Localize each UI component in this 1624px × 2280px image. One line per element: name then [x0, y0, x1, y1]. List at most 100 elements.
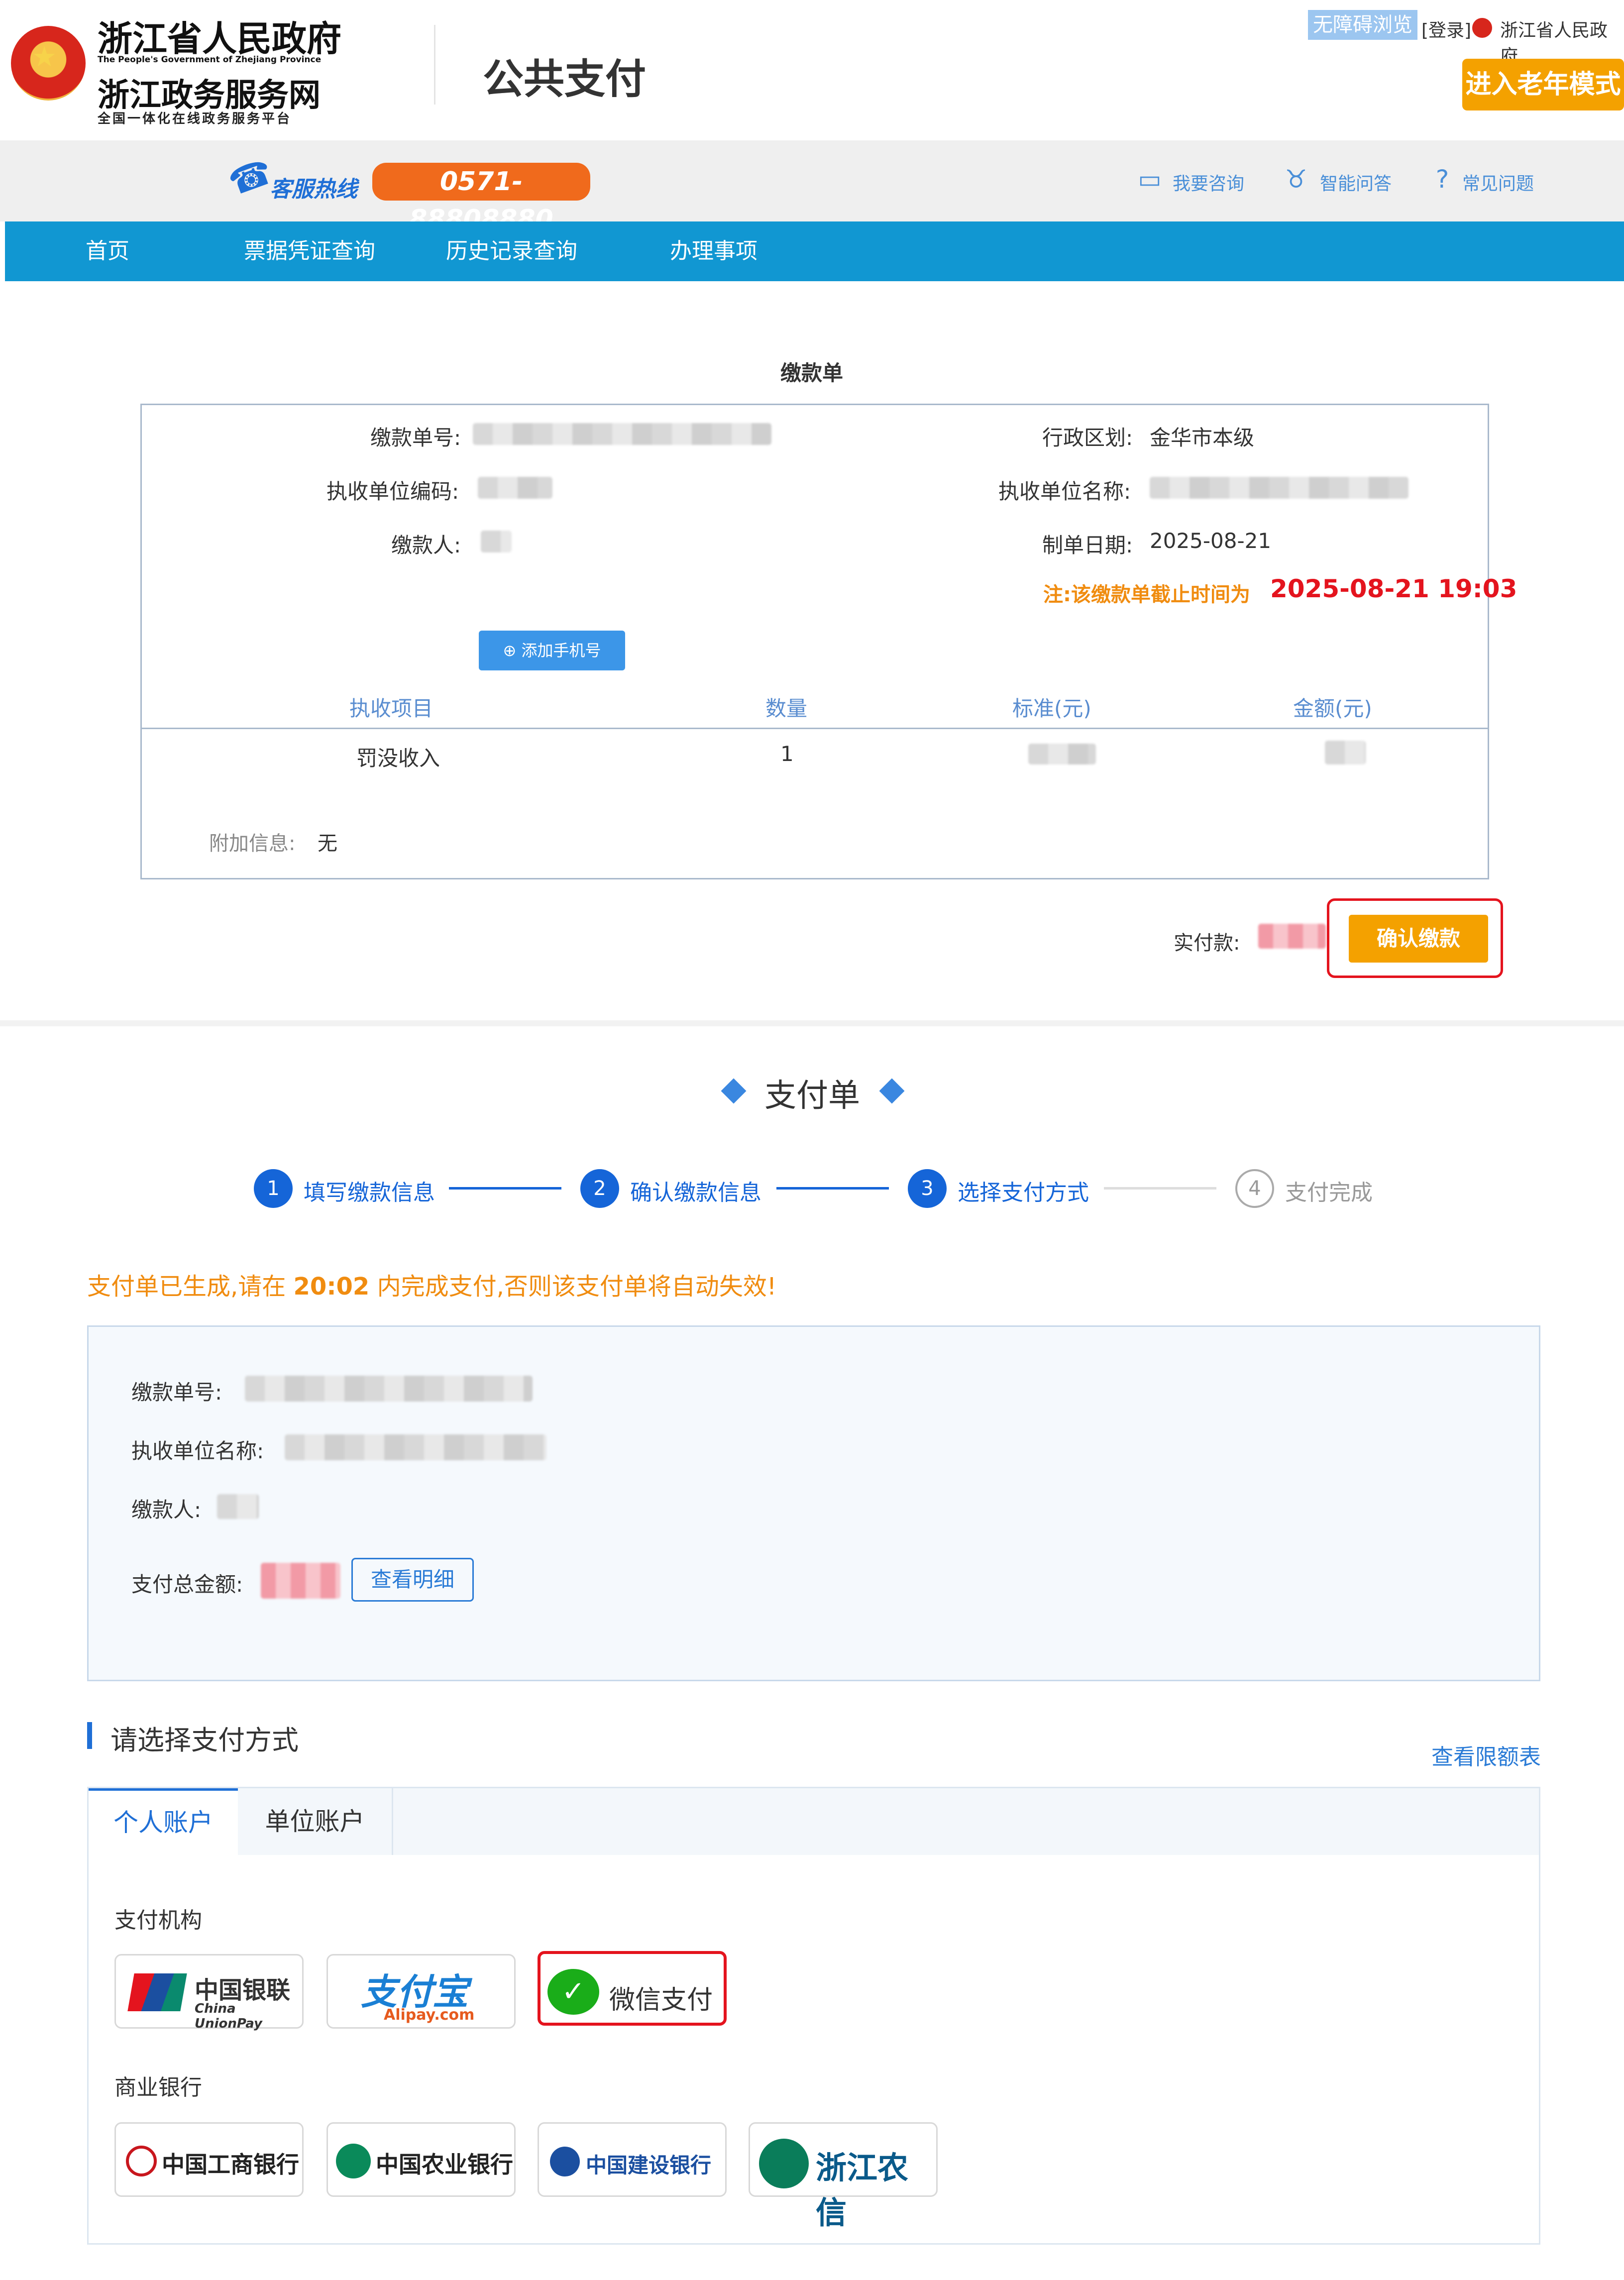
question-icon[interactable]: ?: [1427, 164, 1457, 194]
zj-rural-credit-logo-icon: [759, 2139, 809, 2188]
wechat-pay-option[interactable]: ✓ 微信支付: [538, 1951, 727, 2026]
login-link[interactable]: [登录]: [1421, 16, 1471, 42]
step-connector-3: [1104, 1187, 1216, 1190]
diamond-right-icon: [879, 1078, 905, 1104]
unionpay-en: China UnionPay: [195, 2001, 262, 2031]
unit-code-value: [478, 477, 552, 499]
notice-time: 20:02: [293, 1273, 370, 1301]
zj-rural-credit-name: 浙江农信: [816, 2150, 909, 2231]
icbc-option[interactable]: 中国工商银行: [114, 2122, 304, 2197]
step-connector-2: [776, 1187, 889, 1190]
table-divider: [142, 728, 1488, 729]
consult-link[interactable]: 我要咨询: [1173, 169, 1244, 195]
wechat-pay-name: 微信支付: [609, 1985, 713, 2015]
paid-amount-value: [1258, 924, 1326, 949]
pay-total-label: 支付总金额:: [131, 1572, 243, 1597]
unionpay-logo-icon: [127, 1973, 187, 2011]
row-qty: 1: [780, 742, 794, 766]
deadline-time: 2025-08-21 19:03: [1270, 574, 1517, 603]
paid-label: 实付款:: [1174, 932, 1240, 955]
hotline-bar: ☎ 客服热线 0571-88808880 ▭ 我要咨询 ♉ 智能问答 ? 常见问…: [0, 140, 1624, 234]
extra-info-label: 附加信息:: [209, 832, 296, 855]
deadline-note: 注:该缴款单截止时间为: [1043, 583, 1250, 606]
unit-name-label: 执收单位名称:: [998, 479, 1131, 504]
service-subtitle: 全国一体化在线政务服务平台: [98, 111, 292, 126]
pay-unit-name-value: [285, 1434, 546, 1460]
smart-qa-link[interactable]: 智能问答: [1320, 169, 1392, 195]
limit-table-link[interactable]: 查看限额表: [1431, 1739, 1541, 1771]
unit-code-label: 执收单位编码:: [326, 479, 459, 504]
robot-icon[interactable]: ♉: [1281, 164, 1311, 194]
add-phone-button[interactable]: ⊕ 添加手机号: [479, 631, 625, 670]
phone-icon: ☎: [223, 150, 278, 204]
step-3-circle: 3: [908, 1169, 947, 1208]
pay-order-no-value: [245, 1376, 533, 1402]
zj-rural-credit-option[interactable]: 浙江农信: [749, 2122, 938, 2231]
step-1-label: 填写缴款信息: [304, 1180, 435, 1205]
step-4-label: 支付完成: [1285, 1180, 1373, 1205]
extra-info-value: 无: [318, 832, 337, 855]
notice-prefix: 支付单已生成,请在: [87, 1273, 286, 1301]
gov-title: 浙江省人民政府: [98, 18, 341, 59]
unionpay-option[interactable]: 中国银联 China UnionPay: [114, 1954, 304, 2031]
elder-mode-button[interactable]: 进入老年模式: [1462, 59, 1624, 110]
notice-suffix: 内完成支付,否则该支付单将自动失效!: [377, 1273, 777, 1301]
col-header-amount: 金额(元): [1293, 696, 1372, 721]
method-title-bar: [87, 1722, 92, 1749]
unionpay-name: 中国银联: [195, 1976, 291, 2004]
step-connector-1: [449, 1187, 561, 1190]
nav-item-history[interactable]: 历史记录查询: [446, 221, 577, 281]
pay-payer-label: 缴款人:: [131, 1498, 202, 1522]
method-title: 请选择支付方式: [110, 1725, 299, 1756]
pay-order-no-label: 缴款单号:: [131, 1380, 222, 1405]
site-header: 浙江省人民政府 The People's Government of Zheji…: [0, 0, 1624, 140]
nav-item-home[interactable]: 首页: [86, 221, 129, 281]
col-header-qty: 数量: [765, 696, 808, 721]
row-amount-value: [1325, 741, 1366, 764]
ccb-option[interactable]: 中国建设银行: [538, 2122, 727, 2197]
row-item: 罚没收入: [356, 746, 440, 770]
col-header-item: 执收项目: [349, 696, 433, 721]
alipay-en: Alipay.com: [384, 2006, 475, 2024]
nav-item-matters[interactable]: 办理事项: [670, 221, 758, 281]
faq-link[interactable]: 常见问题: [1462, 169, 1534, 195]
bank-label: 商业银行: [114, 2075, 202, 2100]
wechat-logo-icon: ✓: [547, 1969, 599, 2015]
nav-item-receipts[interactable]: 票据凭证查询: [244, 221, 375, 281]
gov-english-title: The People's Government of Zhejiang Prov…: [98, 55, 322, 65]
date-value: 2025-08-21: [1150, 529, 1272, 553]
section-separator: [0, 1020, 1624, 1026]
step-1-circle: 1: [254, 1169, 293, 1208]
view-detail-button[interactable]: 查看明细: [351, 1558, 474, 1602]
chat-icon[interactable]: ▭: [1135, 164, 1165, 194]
icbc-name: 中国工商银行: [162, 2151, 299, 2178]
payer-value: [481, 531, 512, 552]
abc-name: 中国农业银行: [376, 2151, 513, 2178]
region-label: 行政区划:: [1042, 426, 1133, 450]
gov-emblem-icon: [1472, 18, 1492, 38]
hotline-number: 0571-88808880: [372, 163, 590, 234]
confirm-payment-button[interactable]: 确认缴款: [1349, 915, 1488, 963]
diamond-left-icon: [721, 1078, 747, 1104]
pay-total-value: [261, 1563, 340, 1599]
row-standard-value: [1028, 744, 1096, 764]
tab-personal[interactable]: 个人账户: [89, 1788, 238, 1857]
step-2-circle: 2: [580, 1169, 619, 1208]
payment-notice: 支付单已生成,请在 20:02 内完成支付,否则该支付单将自动失效!: [87, 1267, 776, 1302]
date-label: 制单日期:: [1042, 533, 1133, 557]
col-header-standard: 标准(元): [1012, 696, 1091, 721]
tab-business[interactable]: 单位账户: [238, 1788, 393, 1855]
payer-label: 缴款人:: [391, 533, 461, 557]
bill-title: 缴款单: [780, 361, 844, 385]
order-no-label: 缴款单号:: [370, 426, 461, 450]
order-no-value: [473, 423, 771, 445]
abc-option[interactable]: 中国农业银行: [326, 2122, 516, 2197]
institution-label: 支付机构: [114, 1908, 202, 1933]
ccb-logo-icon: [550, 2147, 580, 2176]
plus-circle-icon: ⊕: [503, 641, 522, 660]
step-4-circle: 4: [1235, 1169, 1274, 1208]
payment-title: 支付单: [764, 1078, 860, 1114]
accessibility-button[interactable]: 无障碍浏览: [1308, 10, 1417, 40]
abc-logo-icon: [336, 2144, 371, 2178]
alipay-option[interactable]: 支付宝 Alipay.com: [326, 1954, 516, 2029]
